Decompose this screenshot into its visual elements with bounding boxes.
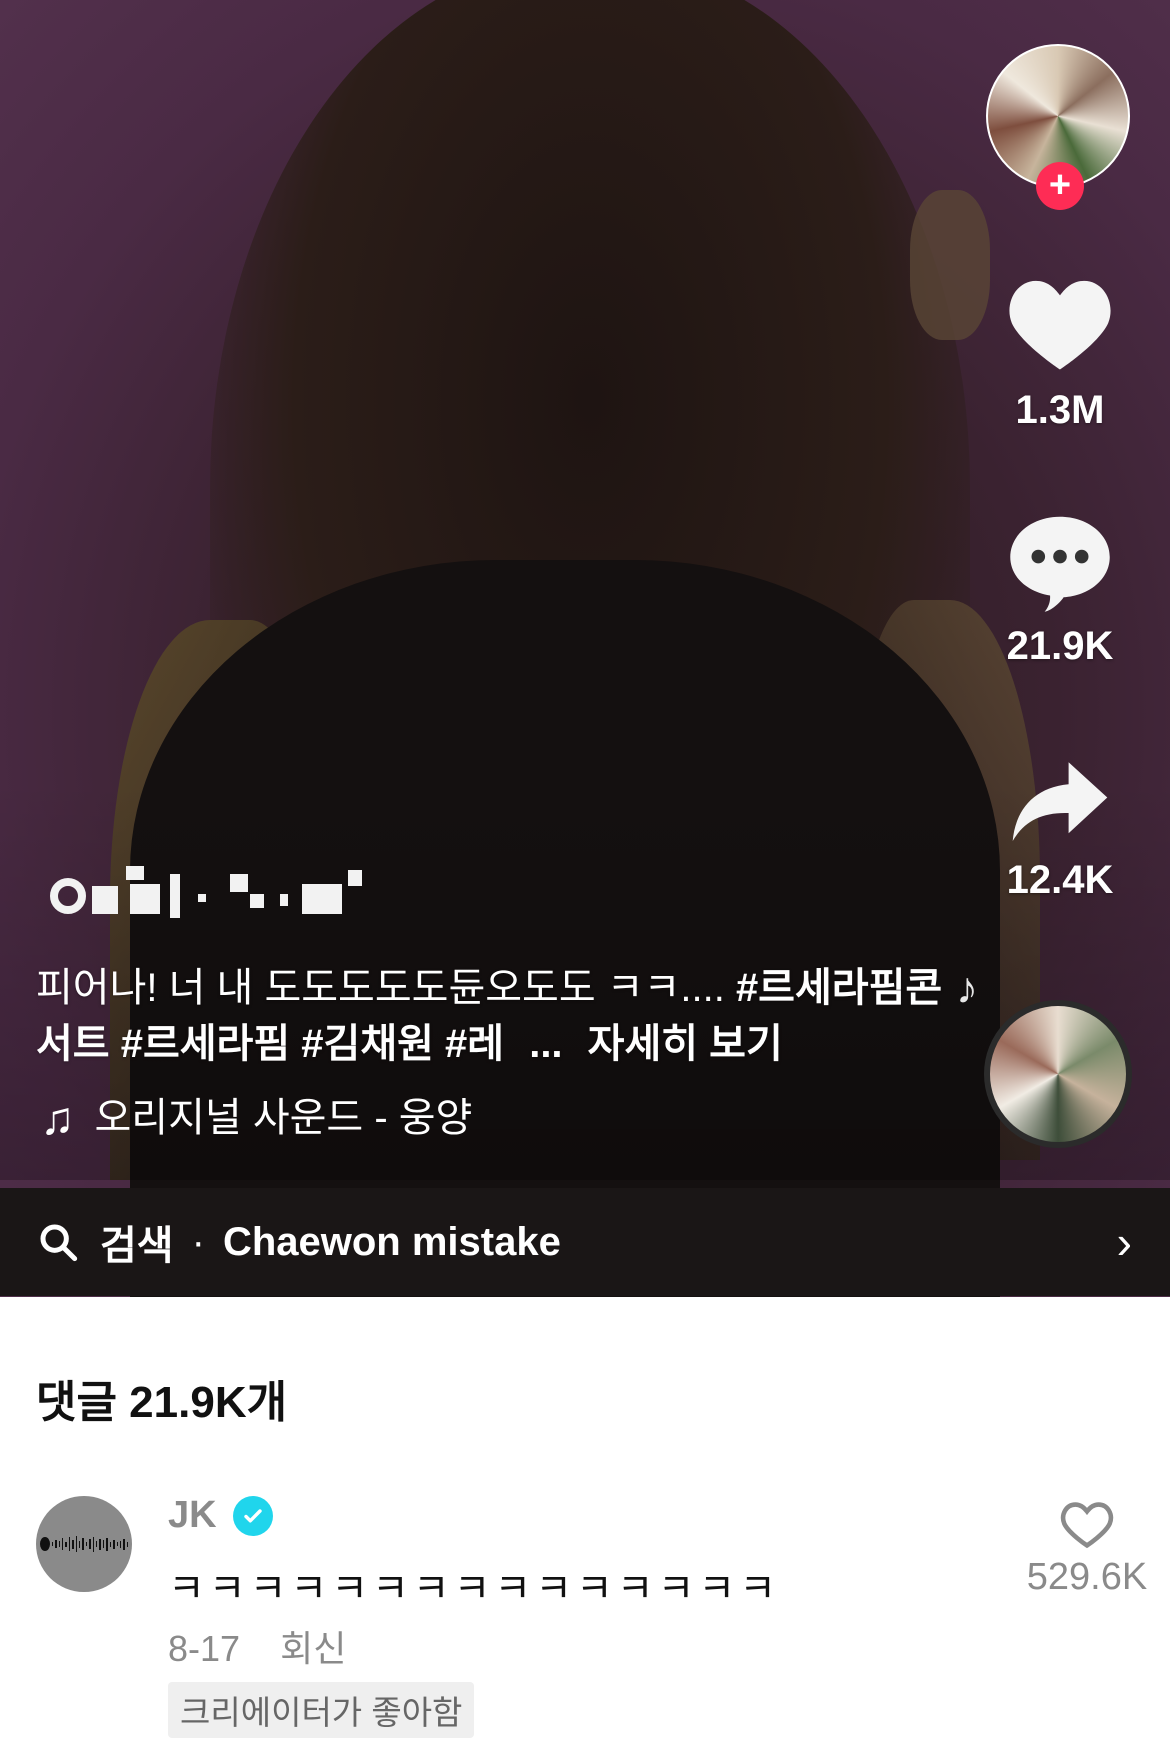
like-count: 1.3M	[1015, 388, 1105, 432]
creator-username-redacted[interactable]	[30, 860, 380, 920]
comment-text: ㅋㅋㅋㅋㅋㅋㅋㅋㅋㅋㅋㅋㅋㅋㅋ	[168, 1567, 780, 1611]
sound-name: 오리지널 사운드 - 웅양	[94, 1096, 473, 1140]
sound-disc-icon[interactable]	[984, 1000, 1132, 1148]
chevron-right-icon: ›	[1116, 1216, 1132, 1268]
commenter-name: JK	[168, 1494, 217, 1536]
see-more-link[interactable]: 자세히 보기	[588, 1022, 783, 1066]
comment-bubble-icon	[990, 510, 1130, 614]
caption-text: 피어나! 너 내 도도도도도듄오도도 ㅋㅋ....	[36, 966, 736, 1010]
comment-date: 8-17	[168, 1628, 241, 1669]
sound-link[interactable]: ♫ 오리지널 사운드 - 웅양	[40, 1090, 472, 1146]
comment-meta: 8-17 회신	[168, 1620, 346, 1672]
comment-count: 21.9K	[1006, 624, 1114, 668]
verified-badge-icon	[232, 1495, 273, 1536]
caption-ellipsis: ...	[529, 1022, 563, 1066]
music-note-icon: ♫	[40, 1092, 75, 1144]
search-icon	[40, 1224, 78, 1262]
reply-button[interactable]: 회신	[280, 1628, 346, 1669]
search-label: 검색	[100, 1224, 174, 1268]
video-frame-hand	[910, 190, 990, 340]
share-button[interactable]: 12.4K	[990, 758, 1130, 903]
search-separator: ·	[191, 1219, 205, 1264]
comment-like-button[interactable]: 529.6K	[1012, 1500, 1162, 1599]
like-button[interactable]: 1.3M	[990, 274, 1130, 433]
video-player[interactable]: + 1.3M 21.9K 12.4K ♪ 피어나! 너 내 도도도도도듄오도도 …	[0, 0, 1170, 1297]
comment-like-count: 529.6K	[1026, 1556, 1148, 1598]
commenter-avatar[interactable]	[36, 1496, 132, 1592]
related-search-bar[interactable]: 검색 · Chaewon mistake ›	[0, 1188, 1170, 1296]
search-query: Chaewon mistake	[222, 1219, 561, 1264]
spotify-code-icon	[40, 1536, 129, 1552]
share-count: 12.4K	[1006, 858, 1114, 902]
creator-liked-badge: 크리에이터가 좋아함	[168, 1682, 475, 1738]
heart-outline-icon	[1060, 1502, 1114, 1549]
video-caption[interactable]: 피어나! 너 내 도도도도도듄오도도 ㅋㅋ.... #르세라핌콘서트 #르세라핌…	[36, 960, 976, 1072]
follow-plus-icon[interactable]: +	[1036, 162, 1084, 210]
comments-title: 댓글 21.9K개	[36, 1378, 288, 1427]
heart-icon	[990, 274, 1130, 374]
comment-button[interactable]: 21.9K	[990, 510, 1130, 669]
commenter-name-row[interactable]: JK	[168, 1494, 273, 1537]
share-arrow-icon	[990, 758, 1130, 844]
